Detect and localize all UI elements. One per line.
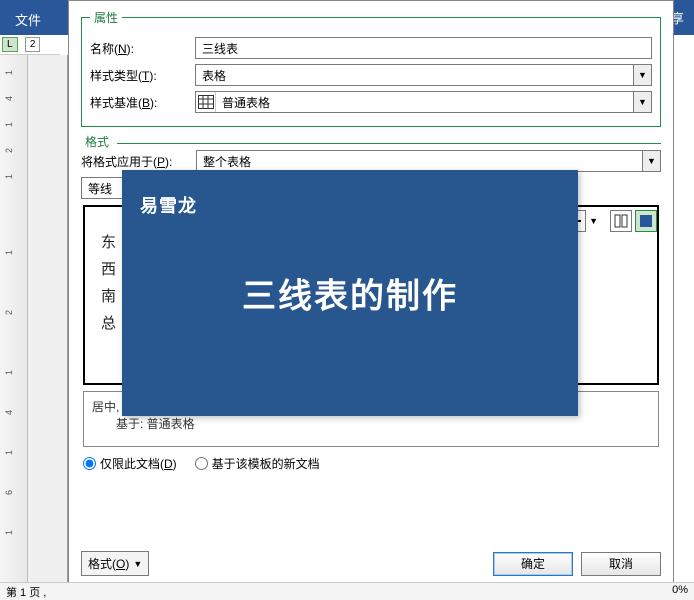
name-label: 名称(N): bbox=[90, 40, 195, 57]
ruler-tab-area: L 2 bbox=[0, 35, 60, 55]
page-indicator: 第 1 页 , bbox=[6, 584, 46, 599]
ruler-tab-2[interactable]: 2 bbox=[25, 37, 41, 52]
vertical-ruler: 1 4 1 2 1 1 2 1 4 1 6 1 bbox=[0, 55, 28, 585]
ruler-tick: 1 bbox=[4, 174, 14, 179]
template-based-radio[interactable]: 基于该模板的新文档 bbox=[195, 455, 320, 472]
style-type-combo[interactable]: 表格 ▼ bbox=[195, 64, 652, 86]
chevron-down-icon[interactable]: ▼ bbox=[633, 92, 651, 112]
cancel-button[interactable]: 取消 bbox=[581, 552, 661, 576]
ruler-tick: 2 bbox=[4, 310, 14, 315]
apply-to-row: 将格式应用于(P): 整个表格 ▼ bbox=[81, 150, 661, 172]
apply-to-value: 整个表格 bbox=[197, 151, 642, 171]
document-margin-area bbox=[28, 55, 68, 585]
ruler-tick: 1 bbox=[4, 530, 14, 535]
only-this-document-radio[interactable]: 仅限此文档(D) bbox=[83, 455, 177, 472]
properties-legend: 属性 bbox=[90, 9, 122, 26]
style-type-row: 样式类型(T): 表格 ▼ bbox=[90, 64, 652, 86]
ok-button[interactable]: 确定 bbox=[493, 552, 573, 576]
ruler-tick: 1 bbox=[4, 70, 14, 75]
ruler-tab-l[interactable]: L bbox=[2, 37, 18, 52]
file-menu-button[interactable]: 文件 bbox=[5, 6, 51, 33]
format-legend: 格式 bbox=[81, 133, 113, 150]
based-on-label: 样式基准(B): bbox=[90, 94, 195, 111]
format-dropdown-button[interactable]: 格式(O) ▼ bbox=[81, 551, 149, 576]
video-overlay: 易雪龙 三线表的制作 bbox=[122, 170, 578, 416]
zoom-indicator: 0% bbox=[672, 584, 688, 599]
chevron-down-icon: ▼ bbox=[133, 559, 142, 569]
based-on-combo[interactable]: 普通表格 ▼ bbox=[195, 91, 652, 113]
name-row: 名称(N): bbox=[90, 37, 652, 59]
style-type-label: 样式类型(T): bbox=[90, 67, 195, 84]
chevron-down-icon[interactable]: ▼ bbox=[642, 151, 660, 171]
radio-input[interactable] bbox=[195, 457, 208, 470]
dialog-button-row: 格式(O) ▼ 确定 取消 bbox=[81, 551, 661, 576]
status-bar: 第 1 页 , 0% bbox=[0, 582, 694, 600]
based-on-value: 普通表格 bbox=[216, 92, 633, 112]
apply-to-label: 将格式应用于(P): bbox=[81, 153, 196, 170]
ruler-tick: 1 bbox=[4, 122, 14, 127]
name-input[interactable] bbox=[195, 37, 652, 59]
based-on-row: 样式基准(B): 普通表格 ▼ bbox=[90, 91, 652, 113]
ruler-tick: 1 bbox=[4, 450, 14, 455]
apply-to-combo[interactable]: 整个表格 ▼ bbox=[196, 150, 661, 172]
table-icon bbox=[196, 92, 216, 112]
overlay-title: 三线表的制作 bbox=[242, 269, 458, 318]
ruler-tick: 4 bbox=[4, 410, 14, 415]
scope-radio-group: 仅限此文档(D) 基于该模板的新文档 bbox=[83, 455, 659, 472]
properties-group: 属性 名称(N): 样式类型(T): 表格 ▼ 样式基准(B): bbox=[81, 9, 661, 127]
ruler-tick: 1 bbox=[4, 370, 14, 375]
radio-input[interactable] bbox=[83, 457, 96, 470]
style-type-value: 表格 bbox=[196, 65, 633, 85]
chevron-down-icon[interactable]: ▼ bbox=[633, 65, 651, 85]
overlay-logo: 易雪龙 bbox=[140, 192, 197, 218]
description-line: 基于: 普通表格 bbox=[92, 415, 650, 432]
ruler-tick: 2 bbox=[4, 148, 14, 153]
ruler-tick: 6 bbox=[4, 490, 14, 495]
ruler-tick: 4 bbox=[4, 96, 14, 101]
ruler-tick: 1 bbox=[4, 250, 14, 255]
